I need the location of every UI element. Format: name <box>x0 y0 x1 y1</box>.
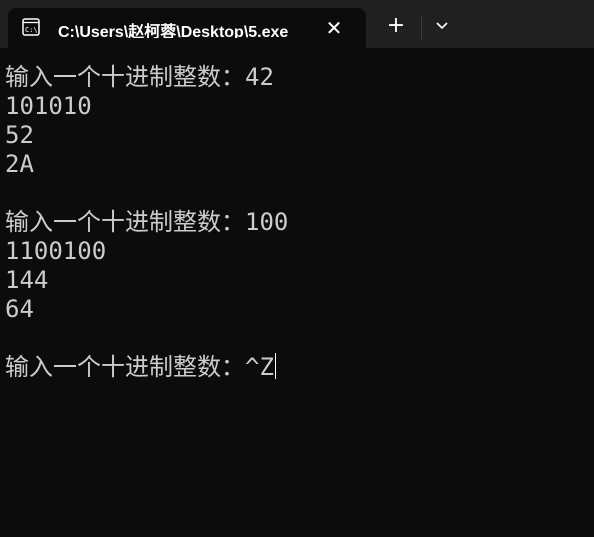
active-tab[interactable]: C:\ C:\Users\赵柯蓉\Desktop\5.exe ✕ <box>8 8 366 48</box>
console-line: 输入一个十进制整数：^Z <box>5 353 274 381</box>
console-app-icon: C:\ <box>22 18 40 36</box>
toolbar-divider <box>421 16 422 40</box>
console-line: 144 <box>5 266 49 294</box>
console-line: 输入一个十进制整数：100 <box>5 208 289 236</box>
new-tab-button[interactable]: + <box>376 10 416 42</box>
console-line: 1100100 <box>5 237 107 265</box>
console-line: 64 <box>5 295 34 323</box>
console-line: 2A <box>5 150 34 178</box>
console-line: 52 <box>5 121 34 149</box>
console-line: 101010 <box>5 92 92 120</box>
close-tab-button[interactable]: ✕ <box>322 17 346 39</box>
console-prompt-line: 输入一个十进制整数：^Z <box>5 353 585 382</box>
text-cursor <box>274 353 276 379</box>
svg-text:C:\: C:\ <box>25 26 38 34</box>
tab-dropdown-button[interactable] <box>426 10 458 42</box>
console-line: 输入一个十进制整数：42 <box>5 63 274 91</box>
chevron-down-icon <box>436 22 448 30</box>
tab-title: C:\Users\赵柯蓉\Desktop\5.exe <box>58 24 289 38</box>
title-bar: C:\ C:\Users\赵柯蓉\Desktop\5.exe ✕ + <box>0 0 594 48</box>
console-output[interactable]: 输入一个十进制整数：42 101010 52 2A 输入一个十进制整数：100 … <box>5 63 585 523</box>
